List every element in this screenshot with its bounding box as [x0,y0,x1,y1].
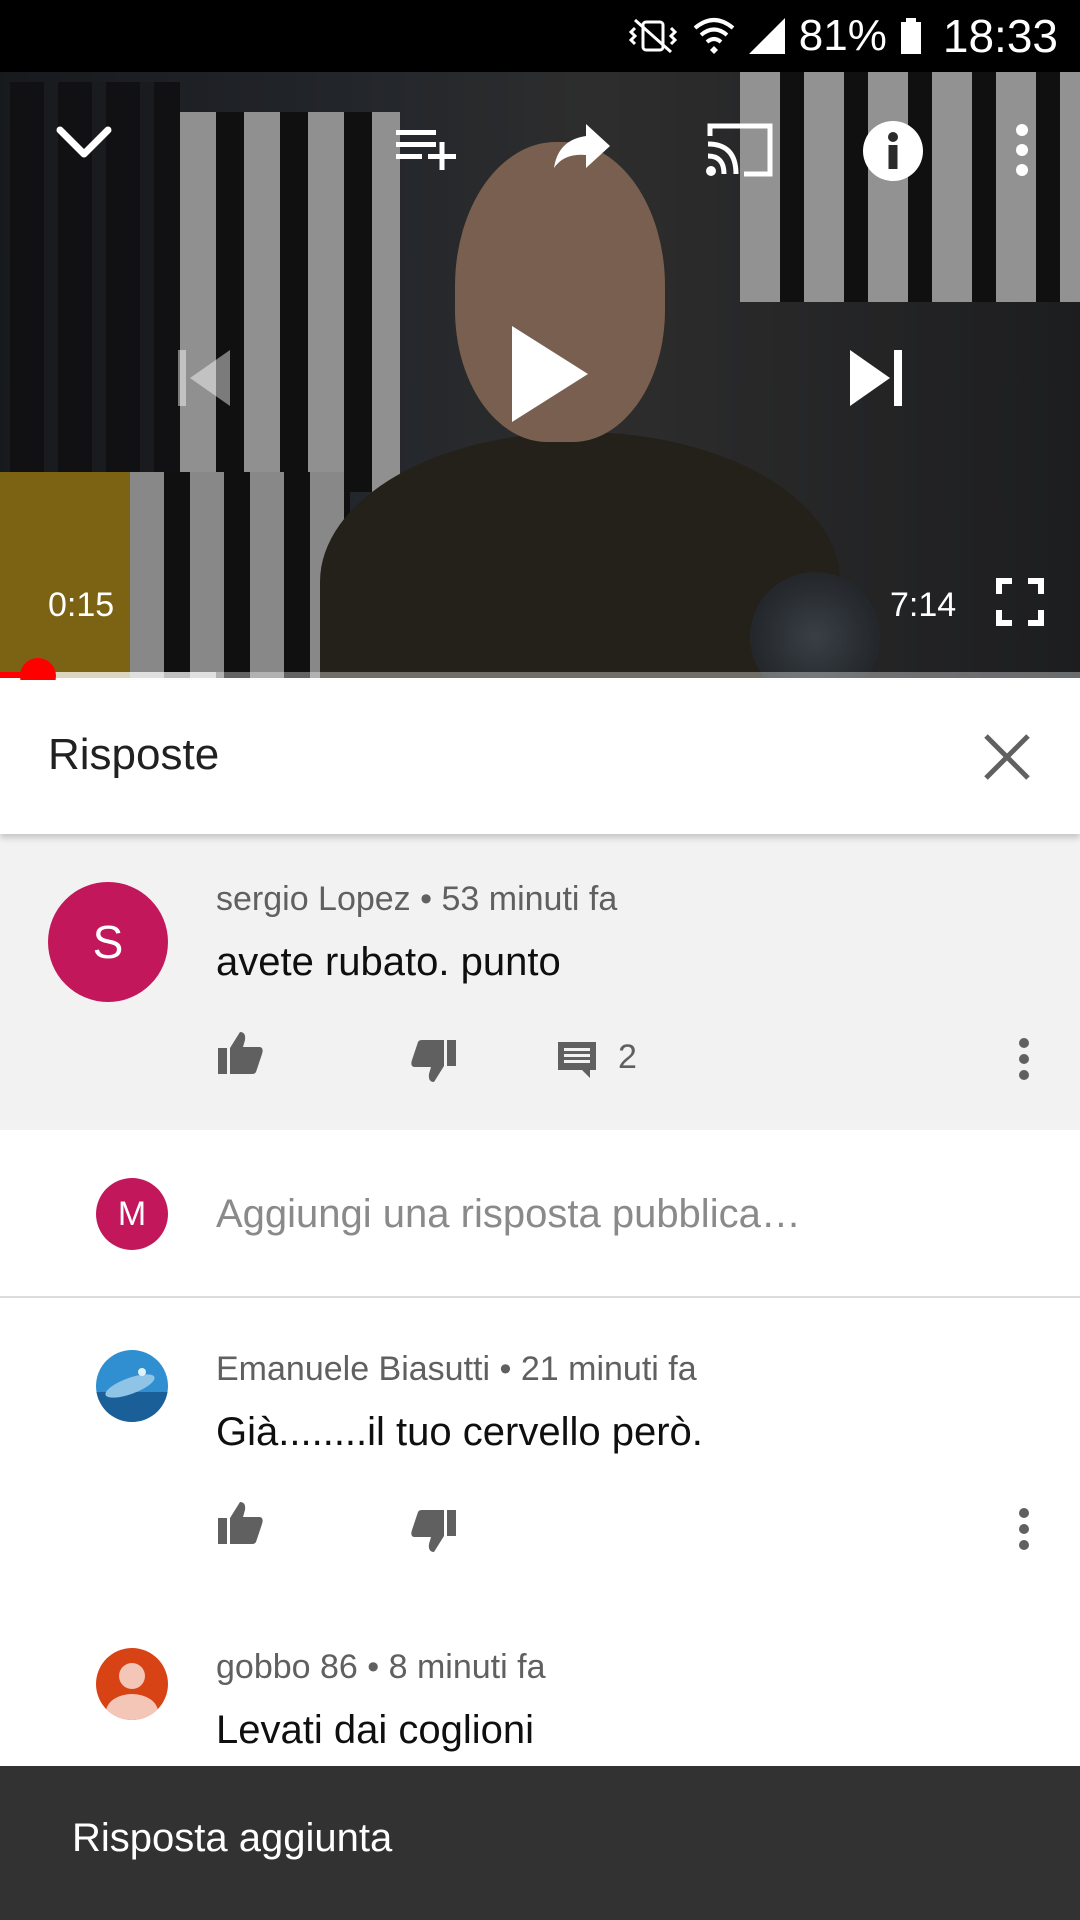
reply-comment-icon[interactable] [556,1040,598,1080]
separator-dot: • [420,880,442,918]
comment-meta: gobbo 86 • 8 minuti fa [216,1648,545,1687]
comment-author[interactable]: gobbo 86 [216,1648,358,1686]
avatar-letter: S [92,916,124,968]
minimize-chevron-icon[interactable] [54,122,114,162]
battery-percentage: 81% [798,11,887,60]
user-avatar: M [96,1178,168,1250]
previous-icon[interactable] [176,348,232,408]
default-avatar-icon[interactable] [96,1648,168,1720]
like-icon[interactable] [216,1030,264,1076]
replies-header: Risposte [0,680,1080,834]
comment-time: 8 minuti fa [388,1648,546,1686]
clock: 18:33 [942,10,1058,62]
duration: 7:14 [890,586,957,624]
reply-item: Emanuele Biasutti • 21 minuti fa Già....… [0,1300,1080,1600]
comment-more-icon[interactable] [1016,1506,1032,1552]
replies-title: Risposte [48,730,220,779]
more-options-icon[interactable] [1012,122,1032,178]
snackbar-message: Risposta aggiunta [72,1816,393,1860]
comment-text: Già........il tuo cervello però. [216,1410,703,1454]
comment-meta: Emanuele Biasutti • 21 minuti fa [216,1350,697,1389]
comment-author[interactable]: sergio Lopez [216,880,411,918]
dislike-icon[interactable] [410,1508,458,1554]
snackbar: Risposta aggiunta [0,1766,1080,1920]
comment-text: Levati dai coglioni [216,1708,534,1752]
play-icon[interactable] [510,324,590,424]
like-icon[interactable] [216,1500,264,1546]
info-icon[interactable] [862,120,924,182]
reply-input[interactable] [216,1184,1016,1244]
comment-text: avete rubato. punto [216,940,561,984]
current-time: 0:15 [48,586,115,624]
add-reply-row: M [0,1130,1080,1298]
wifi-icon [693,18,735,54]
share-icon[interactable] [552,122,612,172]
dislike-icon[interactable] [410,1038,458,1084]
fullscreen-icon[interactable] [996,578,1044,626]
separator-dot: • [367,1648,389,1686]
battery-icon [900,18,921,54]
comment-time: 53 minuti fa [441,880,618,918]
video-player[interactable]: 0:15 7:14 [0,72,1080,678]
signal-icon [748,18,785,54]
close-icon[interactable] [980,730,1034,784]
cast-icon[interactable] [704,122,774,178]
next-icon[interactable] [848,348,904,408]
status-bar: 81% 18:33 [0,0,1080,72]
comment-author[interactable]: Emanuele Biasutti [216,1350,490,1388]
comment-time: 21 minuti fa [520,1350,697,1388]
user-avatar-letter: M [117,1194,147,1233]
avatar[interactable]: S [48,882,168,1002]
add-to-playlist-icon[interactable] [394,126,458,170]
reply-item: gobbo 86 • 8 minuti fa Levati dai coglio… [0,1600,1080,1766]
reply-count: 2 [618,1038,637,1076]
parent-comment: S sergio Lopez • 53 minuti fa avete ruba… [0,834,1080,1130]
progress-bar[interactable] [0,672,1080,678]
avatar[interactable] [96,1350,168,1422]
separator-dot: • [499,1350,521,1388]
comment-meta: sergio Lopez • 53 minuti fa [216,880,617,919]
comment-more-icon[interactable] [1016,1036,1032,1082]
mute-vibrate-icon [628,18,677,54]
